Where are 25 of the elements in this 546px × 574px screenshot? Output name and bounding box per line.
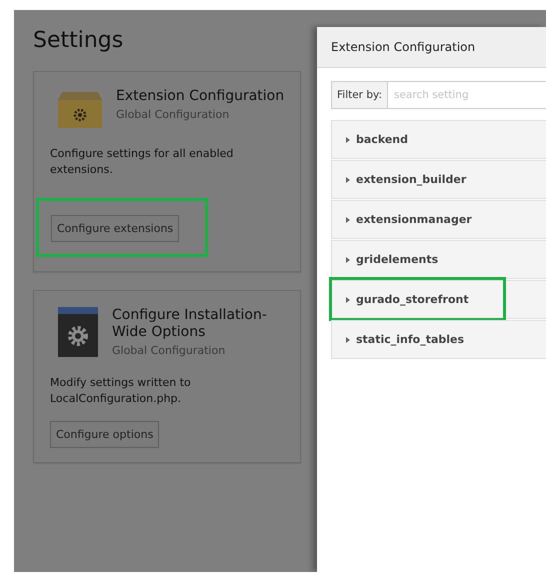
configure-button[interactable]: Configure extensions	[51, 215, 180, 242]
extension-row[interactable]: static_info_tables	[331, 320, 546, 359]
caret-icon	[346, 296, 350, 302]
caret-icon	[346, 336, 350, 342]
extension-row[interactable]: gurado_storefront	[331, 280, 546, 319]
page-title: Settings	[33, 28, 124, 53]
caret-icon	[346, 136, 350, 142]
filter-field[interactable]: Filter by: search setting	[331, 81, 546, 109]
configure-button[interactable]: Configure options	[50, 421, 160, 448]
caret-icon	[346, 176, 350, 182]
caret-icon	[346, 216, 350, 222]
extension-row[interactable]: extension_builder	[331, 160, 546, 199]
extension-row[interactable]: extensionmanager	[331, 200, 546, 239]
card-subtitle: Global Configuration	[116, 108, 230, 121]
caret-icon	[346, 256, 350, 262]
card-subtitle: Global Configuration	[112, 344, 226, 357]
filter-label: Filter by:	[332, 82, 388, 108]
modal-title: Extension Configuration	[331, 40, 476, 54]
card-title: Configure Installation-Wide Options	[112, 307, 268, 341]
card-description: Modify settings written to LocalConfiguration.php.	[50, 375, 192, 407]
extension-row[interactable]: backend	[331, 120, 546, 159]
card-description: Configure settings for all enabled extensions.	[50, 146, 234, 178]
extension-row[interactable]: gridelements	[331, 240, 546, 279]
card-title: Extension Configuration	[116, 88, 286, 105]
gear-settings-icon	[58, 307, 98, 357]
